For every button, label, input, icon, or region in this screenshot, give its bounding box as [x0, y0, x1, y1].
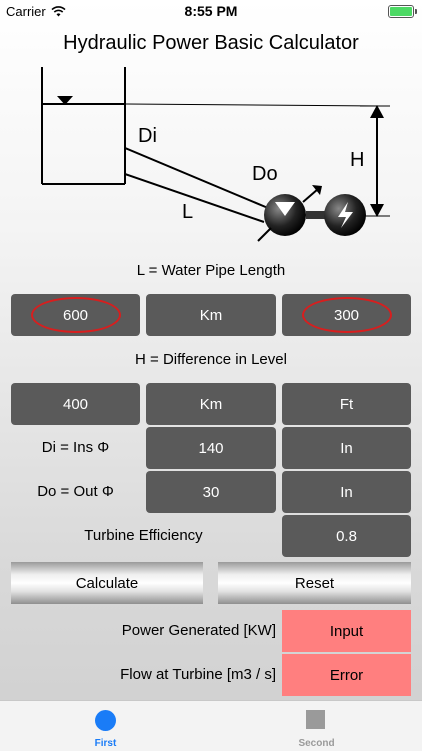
tab-first-label: First: [94, 738, 117, 749]
level-unit-out-button[interactable]: Ft: [282, 383, 411, 425]
level-value: 400: [62, 395, 89, 413]
diagram-label-l: L: [182, 201, 193, 223]
battery-icon: [388, 5, 417, 18]
circle-icon: [95, 710, 116, 731]
status-bar: Carrier 8:55 PM: [0, 0, 422, 22]
diagram-label-di: Di: [138, 125, 157, 147]
di-unit-button[interactable]: In: [282, 427, 411, 469]
level-unit-in-button[interactable]: Km: [146, 383, 276, 425]
diagram-label-h: H: [350, 149, 364, 171]
level-caption: H = Difference in Level: [135, 351, 287, 368]
tab-bar: First Second: [0, 700, 422, 751]
pipe-length-unit-button[interactable]: Km: [146, 294, 276, 336]
reset-label: Reset: [294, 574, 335, 592]
do-input[interactable]: 30: [146, 471, 276, 513]
calculate-button[interactable]: Calculate: [11, 562, 203, 604]
hydraulic-diagram: Di Do L H: [41, 67, 390, 242]
page-title: Hydraulic Power Basic Calculator: [63, 32, 359, 54]
di-value: 140: [198, 439, 224, 457]
diagram-label-do: Do: [252, 163, 278, 185]
pipe-length-caption: L = Water Pipe Length: [136, 262, 286, 279]
pipe-length-converted-value: 300: [333, 306, 360, 324]
status-time: 8:55 PM: [184, 3, 238, 19]
pipe-length-converted[interactable]: 300: [282, 294, 411, 336]
reset-button[interactable]: Reset: [218, 562, 411, 604]
do-value: 30: [202, 483, 220, 501]
di-label: Di = Ins Φ: [41, 439, 110, 456]
calculate-label: Calculate: [75, 574, 139, 592]
pipe-length-input[interactable]: 600: [11, 294, 140, 336]
pipe-length-unit-label: Km: [199, 306, 223, 324]
tab-first[interactable]: First: [0, 701, 211, 751]
level-unit-out-label: Ft: [339, 395, 354, 413]
efficiency-value: 0.8: [336, 527, 357, 545]
square-icon: [306, 710, 325, 729]
do-label: Do = Out Φ: [37, 483, 114, 500]
power-value: Input: [329, 622, 364, 640]
flow-label: Flow at Turbine [m3 / s]: [120, 666, 276, 683]
tab-second[interactable]: Second: [211, 701, 422, 751]
efficiency-label: Turbine Efficiency: [84, 527, 203, 544]
tab-second-label: Second: [298, 738, 335, 749]
power-label: Power Generated [KW]: [121, 622, 276, 639]
pipe-length-value: 600: [62, 306, 89, 324]
do-unit-button[interactable]: In: [282, 471, 411, 513]
level-unit-in-label: Km: [199, 395, 223, 413]
di-input[interactable]: 140: [146, 427, 276, 469]
flow-result: Error: [282, 654, 411, 696]
efficiency-input[interactable]: 0.8: [282, 515, 411, 557]
flow-value: Error: [329, 666, 364, 684]
level-input[interactable]: 400: [11, 383, 140, 425]
do-unit-label: In: [340, 483, 353, 501]
power-result: Input: [282, 610, 411, 652]
di-unit-label: In: [340, 439, 353, 457]
